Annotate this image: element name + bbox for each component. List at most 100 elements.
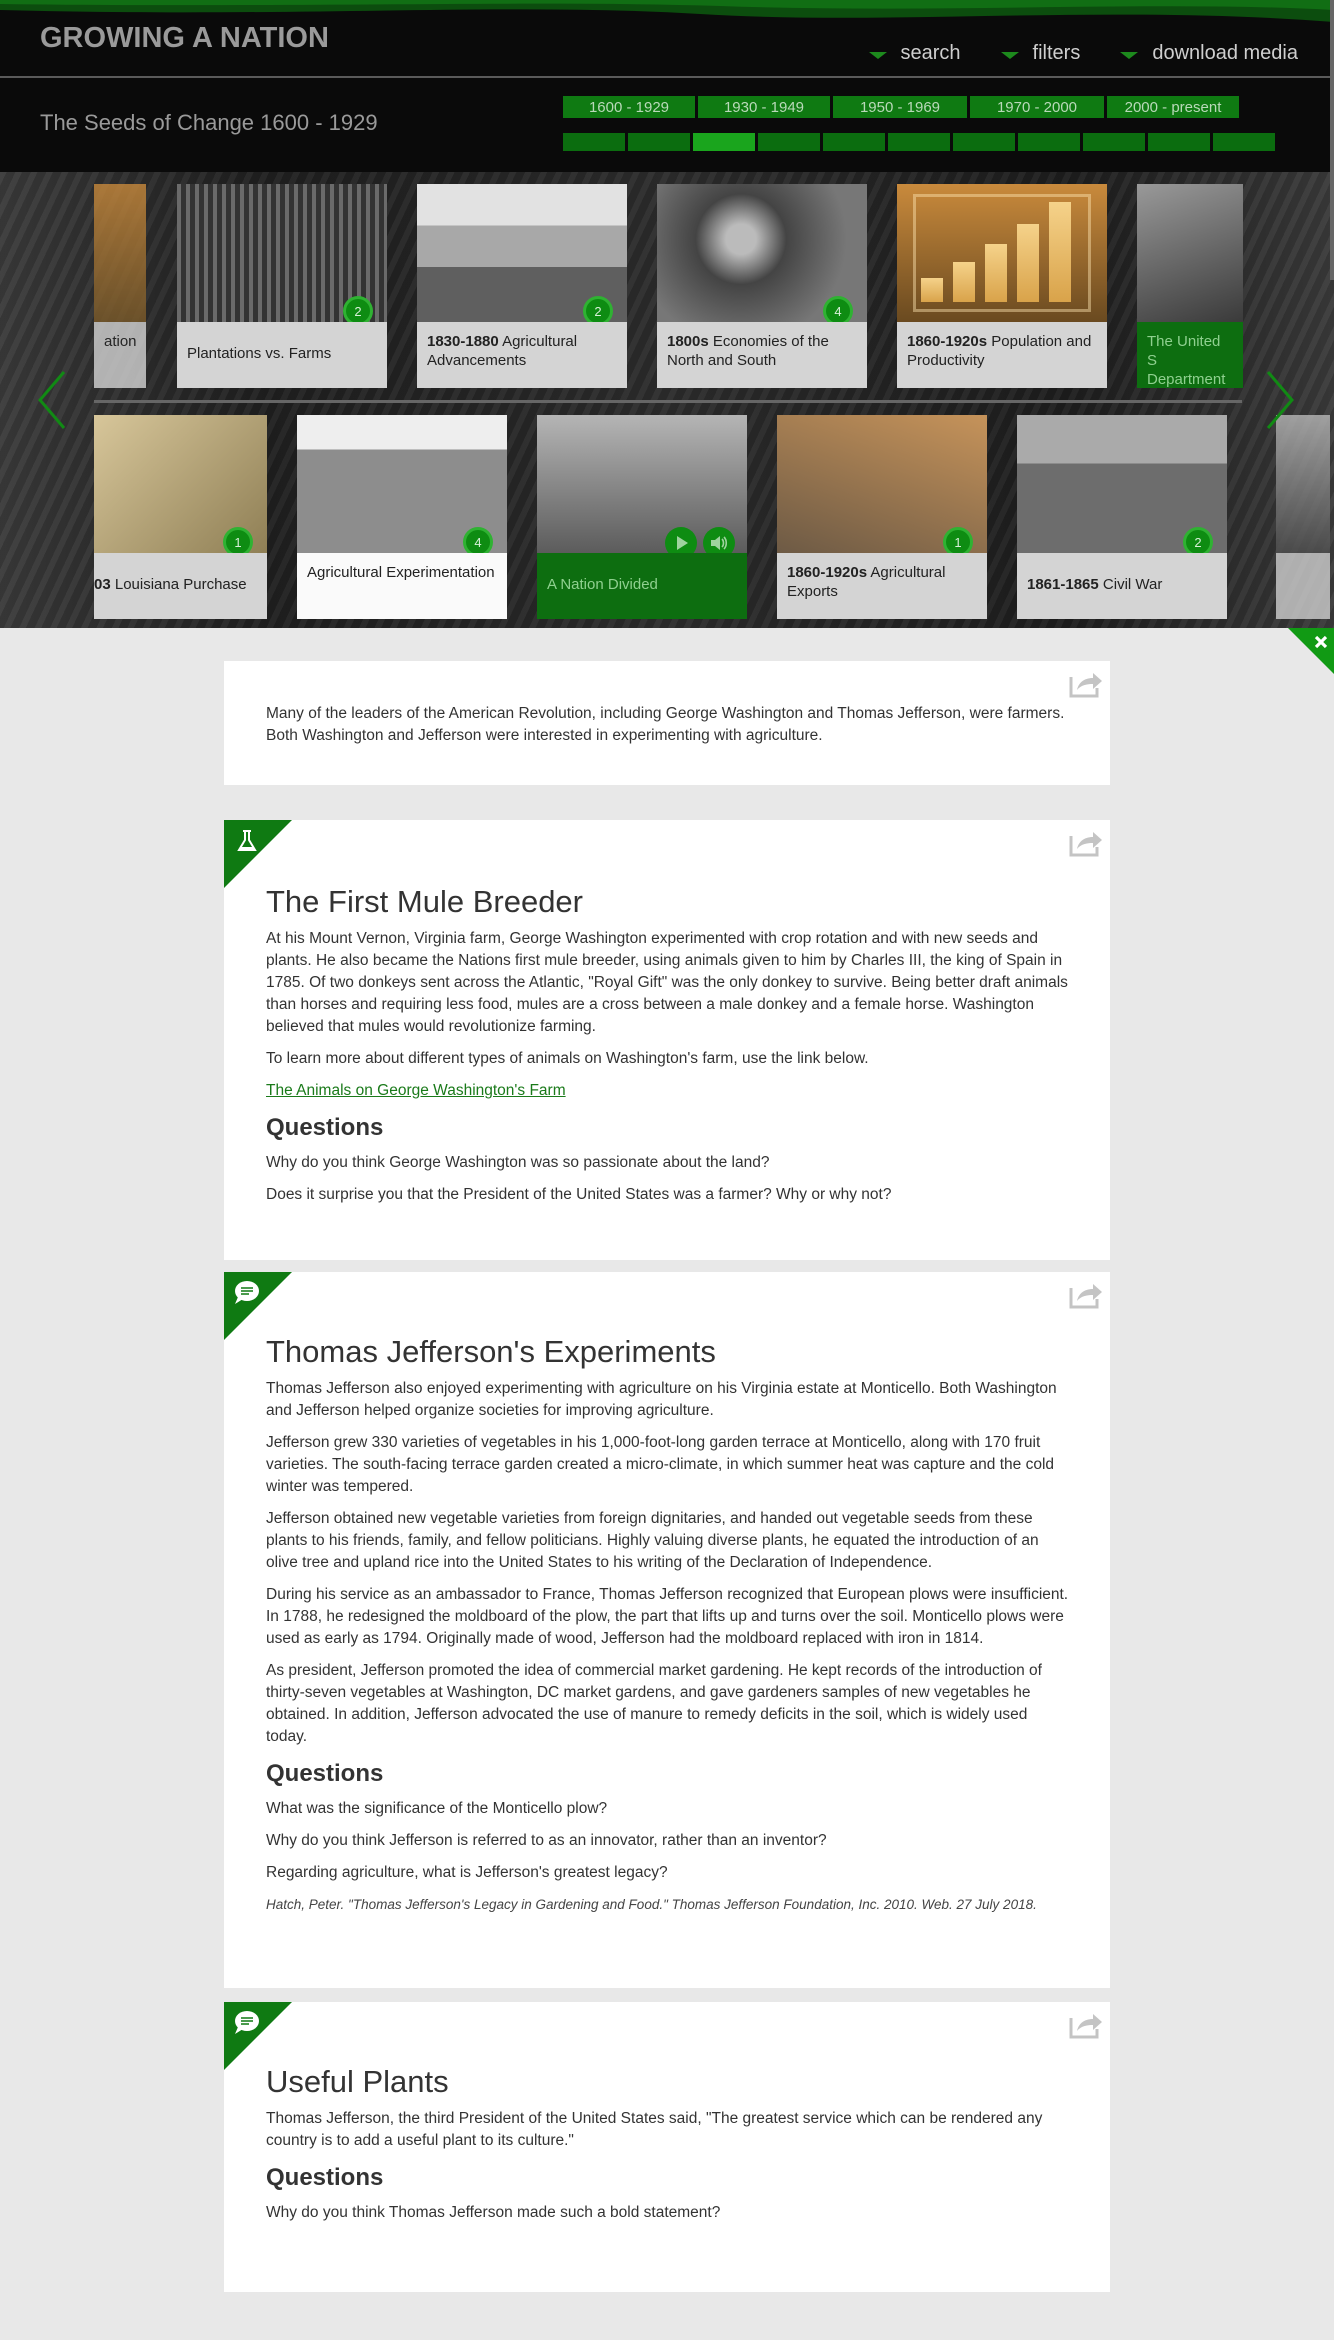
mule-panel: The First Mule Breeder At his Mount Vern…: [224, 820, 1110, 1260]
share-icon[interactable]: [1068, 669, 1104, 699]
card-caption: Agricultural Experimentation: [297, 553, 507, 619]
timeline-tick[interactable]: [888, 133, 950, 151]
section-title: Thomas Jefferson's Experiments: [266, 1334, 716, 1369]
brand-title[interactable]: GROWING A NATION: [40, 22, 329, 55]
timeline-tick[interactable]: [693, 133, 755, 151]
timeline-card[interactable]: 4 1800s Economies of the North and South: [657, 184, 867, 388]
comment-icon: [224, 2002, 292, 2070]
download-media-nav[interactable]: download media: [1120, 42, 1298, 65]
questions-heading: Questions: [266, 1114, 384, 1141]
tab-2000-present[interactable]: 2000 - present: [1107, 96, 1239, 118]
filters-nav[interactable]: filters: [1000, 42, 1081, 65]
citation: Hatch, Peter. "Thomas Jefferson's Legacy…: [266, 1897, 1037, 1912]
carousel-prev-arrow-icon[interactable]: [36, 370, 66, 430]
jefferson-panel: Thomas Jefferson's Experiments Thomas Je…: [224, 1272, 1110, 1988]
timeline-tick[interactable]: [628, 133, 690, 151]
nav-label: search: [900, 42, 961, 64]
card-image: [94, 184, 146, 322]
chevron-down-icon: [1120, 52, 1139, 59]
body-paragraph: Jefferson obtained new vegetable varieti…: [266, 1510, 1039, 1571]
timeline-card[interactable]: The United S Department: [1137, 184, 1243, 388]
card-label: Agricultural Experimentation: [307, 564, 495, 581]
card-label: Plantations vs. Farms: [187, 345, 332, 362]
card-label: ation: [104, 333, 137, 350]
card-date: 1800s: [667, 333, 709, 350]
timeline-card[interactable]: 1860-1920s Population and Productivity: [897, 184, 1107, 388]
scrollbar[interactable]: [1330, 0, 1334, 280]
tab-1930-1949[interactable]: 1930 - 1949: [698, 96, 830, 118]
share-icon[interactable]: [1068, 828, 1104, 858]
card-caption: The United S Department: [1137, 322, 1243, 388]
card-caption: Plantations vs. Farms: [177, 322, 387, 388]
card-date: 03: [94, 576, 111, 593]
card-date: 1830-1880: [427, 333, 499, 350]
timeline-tick[interactable]: [563, 133, 625, 151]
flask-icon: [224, 820, 292, 888]
card-caption: 1861-1865 Civil War: [1017, 553, 1227, 619]
card-caption: 1860-1920s Population and Productivity: [897, 322, 1107, 388]
bar-graphic: [985, 244, 1007, 302]
useful-plants-panel: Useful Plants Thomas Jefferson, the thir…: [224, 2002, 1110, 2292]
timeline-card[interactable]: ation: [94, 184, 146, 388]
questions-heading: Questions: [266, 1760, 384, 1787]
timeline-card[interactable]: 1 1860-1920s Agricultural Exports: [777, 415, 987, 619]
question: Why do you think George Washington was s…: [266, 1154, 770, 1171]
bar-graphic: [1017, 224, 1039, 302]
comment-icon: [224, 1272, 292, 1340]
nav-label: download media: [1152, 42, 1298, 64]
timeline-tick[interactable]: [823, 133, 885, 151]
close-panel-button[interactable]: [1288, 628, 1334, 674]
timeline-tick[interactable]: [758, 133, 820, 151]
timeline-card[interactable]: [1276, 415, 1330, 619]
body-paragraph: Thomas Jefferson, the third President of…: [266, 2110, 1043, 2149]
timeline-tick[interactable]: [1148, 133, 1210, 151]
question: What was the significance of the Montice…: [266, 1800, 608, 1817]
timeline-card[interactable]: A Nation Divided: [537, 415, 747, 619]
share-icon[interactable]: [1068, 2010, 1104, 2040]
nav-label: filters: [1032, 42, 1081, 64]
timeline-card[interactable]: 2 1861-1865 Civil War: [1017, 415, 1227, 619]
timeline-tick[interactable]: [1018, 133, 1080, 151]
body-paragraph: As president, Jefferson promoted the ide…: [266, 1662, 1042, 1745]
card-label: Civil War: [1102, 576, 1163, 593]
timeline-card[interactable]: 2 1830-1880 Agricultural Advancements: [417, 184, 627, 388]
body-paragraph: During his service as an ambassador to F…: [266, 1586, 1069, 1647]
section-title: The First Mule Breeder: [266, 884, 583, 919]
share-icon[interactable]: [1068, 1280, 1104, 1310]
carousel-next-arrow-icon[interactable]: [1266, 370, 1296, 430]
card-caption: 03 Louisiana Purchase: [94, 553, 267, 619]
header-banner: GROWING A NATION search filters download…: [0, 0, 1334, 628]
card-caption: 1860-1920s Agricultural Exports: [777, 553, 987, 619]
era-timeline-ticks: [563, 133, 1275, 151]
card-image: [1276, 415, 1330, 553]
card-label: Louisiana Purchase: [114, 576, 247, 593]
carousel-divider: [94, 400, 1242, 403]
body-paragraph: To learn more about different types of a…: [266, 1050, 869, 1067]
timeline-tick[interactable]: [1083, 133, 1145, 151]
card-label: The United S Department: [1147, 333, 1226, 388]
timeline-card[interactable]: 1 03 Louisiana Purchase: [94, 415, 267, 619]
bar-graphic: [921, 278, 943, 302]
card-date: 1860-1920s: [907, 333, 988, 350]
search-nav[interactable]: search: [868, 42, 961, 65]
tab-1970-2000[interactable]: 1970 - 2000: [970, 96, 1104, 118]
bar-graphic: [953, 262, 975, 302]
question: Regarding agriculture, what is Jefferson…: [266, 1864, 668, 1881]
era-title: The Seeds of Change 1600 - 1929: [40, 110, 378, 135]
card-image: [1137, 184, 1243, 322]
chevron-down-icon: [1000, 52, 1019, 59]
timeline-card-selected[interactable]: 4 Agricultural Experimentation: [297, 415, 507, 619]
timeline-tick[interactable]: [953, 133, 1015, 151]
timeline-tick[interactable]: [1213, 133, 1275, 151]
play-icon: [677, 536, 688, 550]
animals-farm-link[interactable]: The Animals on George Washington's Farm: [266, 1082, 566, 1099]
timeline-card[interactable]: 2 Plantations vs. Farms: [177, 184, 387, 388]
card-caption: 1830-1880 Agricultural Advancements: [417, 322, 627, 388]
top-nav: search filters download media: [868, 42, 1298, 65]
tab-1950-1969[interactable]: 1950 - 1969: [833, 96, 967, 118]
card-date: 1860-1920s: [787, 564, 868, 581]
tab-1600-1929[interactable]: 1600 - 1929: [563, 96, 695, 118]
bar-graphic: [1049, 202, 1071, 302]
question: Why do you think Thomas Jefferson made s…: [266, 2204, 721, 2221]
body-paragraph: At his Mount Vernon, Virginia farm, Geor…: [266, 930, 1068, 1035]
